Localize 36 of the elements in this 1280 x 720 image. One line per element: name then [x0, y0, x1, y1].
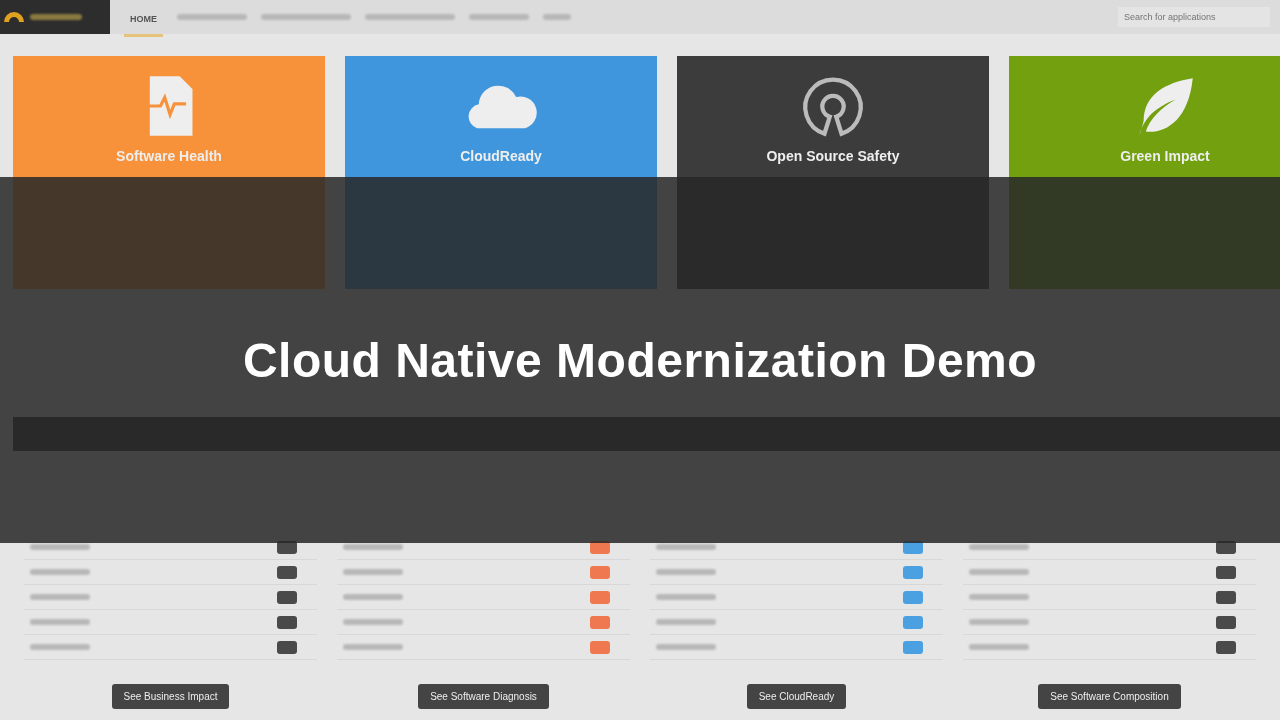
blurred-text: [343, 594, 403, 600]
blurred-text: [343, 544, 403, 550]
search-field[interactable]: Search for applications: [1118, 7, 1270, 27]
see-details-button[interactable]: See Software Diagnosis: [418, 684, 549, 709]
see-details-button[interactable]: See Software Composition: [1038, 684, 1181, 709]
blurred-text: [656, 569, 716, 575]
blurred-text: [30, 644, 90, 650]
blurred-text: [969, 569, 1029, 575]
blurred-text: [30, 14, 82, 20]
blurred-text: [30, 619, 90, 625]
blurred-text: [30, 544, 90, 550]
blurred-text: [30, 594, 90, 600]
see-details-button[interactable]: See Business Impact: [111, 684, 230, 709]
blurred-text: [343, 569, 403, 575]
card-title: CloudReady: [460, 148, 542, 164]
blurred-text: [969, 594, 1029, 600]
see-details-button[interactable]: See CloudReady: [746, 684, 847, 709]
banner-title: Cloud Native Modernization Demo: [242, 332, 1038, 388]
blurred-text: [969, 619, 1029, 625]
blurred-text: [543, 14, 571, 20]
blurred-text: [177, 14, 247, 20]
blurred-text: [969, 544, 1029, 550]
blurred-text: [343, 619, 403, 625]
blurred-text: [969, 644, 1029, 650]
blurred-text: [343, 644, 403, 650]
card-title: Software Health: [116, 148, 222, 164]
card-title: Green Impact: [1120, 148, 1210, 164]
blurred-text: [656, 619, 716, 625]
blurred-text: [656, 594, 716, 600]
nav-tab[interactable]: HOME: [124, 3, 163, 37]
blurred-text: [656, 644, 716, 650]
blurred-text: [469, 14, 529, 20]
arch-logo-icon: [4, 12, 24, 22]
blurred-text: [30, 569, 90, 575]
blurred-text: [656, 544, 716, 550]
card-title: Open Source Safety: [766, 148, 900, 164]
